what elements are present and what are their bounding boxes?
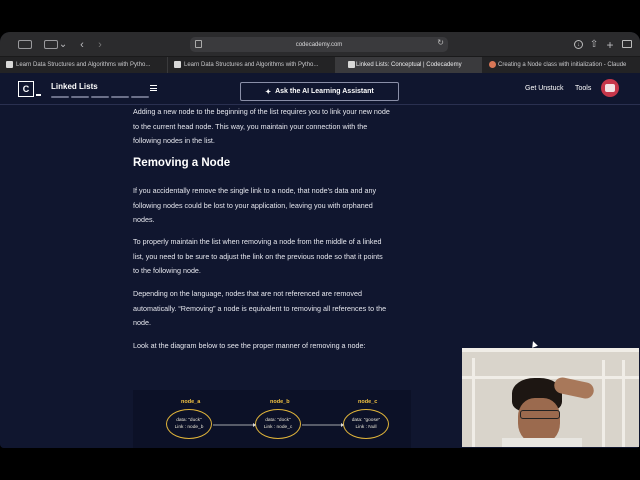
get-unstuck-link[interactable]: Get Unstuck <box>525 85 564 92</box>
paragraph-orphaned: If you accidentally remove the single li… <box>133 186 377 224</box>
progress-segment <box>71 96 89 98</box>
menu-icon[interactable] <box>150 85 157 91</box>
webcam-bg-rail <box>602 360 605 447</box>
codecademy-header: C Linked Lists ✦ Ask the AI Learning Ass… <box>0 73 640 105</box>
claude-icon <box>489 61 496 68</box>
linked-list-diagram: node_a data: "duck" Link : node_b node_b… <box>133 390 411 448</box>
tab-group-icon[interactable] <box>44 40 58 49</box>
tab-bar: Learn Data Structures and Algorithms wit… <box>0 56 640 73</box>
progress-segment <box>111 96 129 98</box>
letterbox-bottom <box>0 448 640 480</box>
progress-segment <box>51 96 69 98</box>
tab-linked-lists[interactable]: Linked Lists: Conceptual | Codecademy <box>336 57 482 73</box>
reload-icon[interactable]: ↻ <box>437 38 444 47</box>
avatar[interactable] <box>601 79 619 97</box>
arrowhead-a-to-b <box>253 423 256 427</box>
section-heading: Removing a Node <box>133 157 231 169</box>
codecademy-icon <box>174 61 181 68</box>
paragraph-references: Depending on the language, nodes that ar… <box>133 289 387 327</box>
progress-segment <box>131 96 149 98</box>
tools-link[interactable]: Tools <box>575 85 591 92</box>
webcam-overlay <box>462 348 639 447</box>
logo-cursor <box>36 94 41 96</box>
share-icon[interactable]: ⇧ <box>590 38 598 51</box>
ai-assistant-label: Ask the AI Learning Assistant <box>275 88 374 95</box>
webcam-bg-rail <box>622 360 625 447</box>
chevron-down-icon[interactable]: ⌄ <box>59 38 67 51</box>
lesson-progress <box>51 96 149 98</box>
tab-dsa-2[interactable]: Learn Data Structures and Algorithms wit… <box>168 57 336 73</box>
address-bar[interactable]: codecademy.com ↻ <box>190 37 448 52</box>
webcam-bg-rail <box>472 358 475 447</box>
url-text: codecademy.com <box>295 41 343 48</box>
forward-icon[interactable]: › <box>96 38 104 51</box>
sparkle-icon: ✦ <box>265 88 272 96</box>
webcam-bg-rail <box>462 348 639 352</box>
codecademy-logo[interactable]: C <box>18 81 34 97</box>
tab-dsa-1[interactable]: Learn Data Structures and Algorithms wit… <box>0 57 168 73</box>
person-shirt <box>502 438 582 447</box>
page-icon <box>195 40 202 48</box>
new-tab-icon[interactable]: + <box>606 38 614 52</box>
sidebar-toggle-icon[interactable] <box>18 40 32 49</box>
back-icon[interactable]: ‹ <box>78 38 86 51</box>
glasses <box>520 410 560 419</box>
download-icon[interactable]: ↓ <box>574 40 583 49</box>
course-title: Linked Lists <box>51 82 98 91</box>
intro-paragraph: Adding a new node to the beginning of th… <box>133 107 390 145</box>
paragraph-diagram-intro: Look at the diagram below to see the pro… <box>133 341 366 350</box>
traffic-lights <box>9 38 17 51</box>
progress-segment <box>91 96 109 98</box>
browser-toolbar: ⌄ ‹ › codecademy.com ↻ ↓ ⇧ + <box>0 32 640 56</box>
arrowhead-b-to-c <box>341 423 344 427</box>
tab-overview-icon[interactable] <box>622 40 632 48</box>
paragraph-maintain: To properly maintain the list when remov… <box>133 237 383 275</box>
tab-claude[interactable]: Creating a Node class with initializatio… <box>482 57 640 73</box>
ai-assistant-button[interactable]: ✦ Ask the AI Learning Assistant <box>240 82 399 101</box>
diagram-arrows <box>213 423 344 427</box>
webcam-bg-rail <box>462 376 639 379</box>
codecademy-icon <box>6 61 13 68</box>
codecademy-icon <box>348 61 355 68</box>
